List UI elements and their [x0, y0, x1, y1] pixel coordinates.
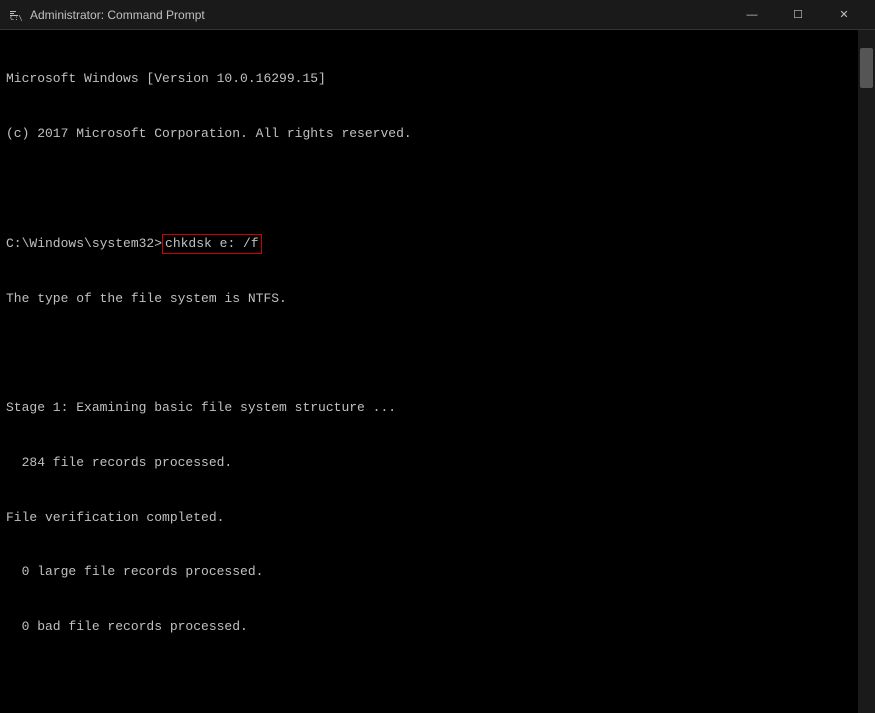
- window-controls: — ☐ ✕: [729, 0, 867, 30]
- line-11: 0 bad file records processed.: [6, 618, 851, 636]
- close-button[interactable]: ✕: [821, 0, 867, 30]
- line-10: 0 large file records processed.: [6, 563, 851, 581]
- line-9: File verification completed.: [6, 509, 851, 527]
- line-12: [6, 672, 851, 690]
- line-3: [6, 180, 851, 198]
- line-7: Stage 1: Examining basic file system str…: [6, 399, 851, 417]
- line-4: C:\Windows\system32>chkdsk e: /f: [6, 234, 851, 254]
- line-8: 284 file records processed.: [6, 454, 851, 472]
- title-bar: C:\ Administrator: Command Prompt — ☐ ✕: [0, 0, 875, 30]
- console-output: Microsoft Windows [Version 10.0.16299.15…: [6, 34, 869, 713]
- window: C:\ Administrator: Command Prompt — ☐ ✕ …: [0, 0, 875, 713]
- scrollbar-thumb[interactable]: [860, 48, 873, 88]
- minimize-button[interactable]: —: [729, 0, 775, 30]
- cmd-icon: C:\: [8, 7, 24, 23]
- prompt: C:\Windows\system32>: [6, 235, 162, 253]
- line-5: The type of the file system is NTFS.: [6, 290, 851, 308]
- window-title: Administrator: Command Prompt: [30, 8, 729, 22]
- svg-text:C:\: C:\: [10, 14, 23, 22]
- line-2: (c) 2017 Microsoft Corporation. All righ…: [6, 125, 851, 143]
- scrollbar[interactable]: [858, 30, 875, 713]
- command-text: chkdsk e: /f: [162, 234, 262, 254]
- line-6: [6, 345, 851, 363]
- restore-button[interactable]: ☐: [775, 0, 821, 30]
- line-1: Microsoft Windows [Version 10.0.16299.15…: [6, 70, 851, 88]
- console-area[interactable]: Microsoft Windows [Version 10.0.16299.15…: [0, 30, 875, 713]
